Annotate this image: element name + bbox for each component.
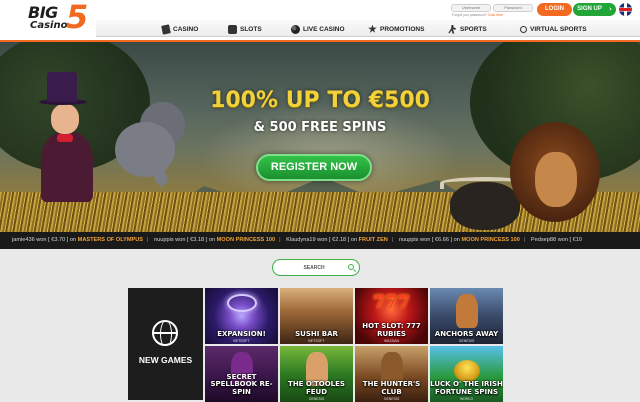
pirate-figure [456, 294, 478, 328]
nav-label: SPORTS [460, 25, 487, 33]
game-tile[interactable]: 777 HOT SLOT: 777 RUBIES WAZDAN [355, 288, 428, 344]
promo-subheadline: & 500 FREE SPINS [253, 120, 387, 135]
logo-number: 5 [66, 0, 89, 36]
globe-icon [152, 320, 178, 346]
game-title: SECRET SPELLBOOK RE-SPIN [210, 372, 273, 396]
main-nav: CASINO SLOTS LIVE CASINO PROMOTIONS SPOR… [96, 20, 640, 37]
promo-headline: 100% UP TO €500 [210, 88, 430, 113]
ticker-item: Klaudyna19 won [ €2.18 ] on FRUIT ZEN [286, 237, 388, 243]
search-icon [520, 25, 527, 33]
game-provider: BETSOFT [308, 339, 325, 343]
nav-item-live-casino[interactable]: LIVE CASINO [291, 23, 345, 35]
game-provider: WAZDAN [383, 339, 400, 343]
game-tile[interactable]: ANCHORS AWAY GENESIS [430, 288, 503, 344]
game-provider: BETSOFT [233, 339, 250, 343]
nav-item-casino[interactable]: CASINO [161, 23, 199, 35]
chevron-right-icon[interactable]: › [605, 3, 616, 16]
game-title: THE O'TOOLES FEUD [288, 380, 345, 396]
game-tile[interactable]: LUCK O' THE IRISH FORTUNE SPINS WORLD [430, 346, 503, 402]
game-tile[interactable]: THE HUNTER'S CLUB GENESIS [355, 346, 428, 402]
ticker-item: nuuppis won [ €6.66 ] on MOON PRINCESS 1… [398, 237, 520, 243]
game-title: THE HUNTER'S CLUB [362, 380, 421, 396]
game-search[interactable] [272, 259, 360, 276]
portal-ring [227, 294, 257, 312]
lion-character [510, 122, 610, 232]
runner-icon [448, 24, 457, 34]
game-title: SUSHI BAR [295, 329, 338, 338]
nav-label: SLOTS [240, 25, 262, 33]
nav-label: CASINO [173, 25, 199, 33]
game-tile[interactable]: EXPANSION! BETSOFT [205, 288, 278, 344]
game-title: ANCHORS AWAY [434, 329, 499, 338]
site-logo[interactable]: BIG Casino 5 [28, 0, 89, 37]
winners-ticker: jamie436 won [ €3.70 ] on MASTERS OF OLY… [0, 232, 640, 249]
game-provider: GENESIS [383, 397, 400, 401]
ticker-item: nuuppis won [ €3.18 ] on MOON PRINCESS 1… [154, 237, 276, 243]
hero-banner[interactable]: 100% UP TO €500 & 500 FREE SPINS REGISTE… [0, 42, 640, 232]
nav-label: LIVE CASINO [303, 25, 345, 33]
nav-item-sports[interactable]: SPORTS [448, 23, 487, 35]
nav-item-virtual-sports[interactable]: VIRTUAL SPORTS [520, 23, 587, 35]
nav-item-promotions[interactable]: PROMOTIONS [368, 23, 424, 35]
register-button[interactable]: REGISTER NOW [256, 154, 372, 181]
game-provider: WORLD [459, 397, 474, 401]
nav-label: VIRTUAL SPORTS [530, 25, 587, 33]
cards-icon [161, 23, 171, 35]
game-title: HOT SLOT: 777 RUBIES [362, 322, 421, 338]
game-title: LUCK O' THE IRISH FORTUNE SPINS [430, 380, 503, 396]
top-bar: BIG Casino 5 Username Password Forgot yo… [0, 0, 640, 40]
new-games-category[interactable]: NEW GAMES [128, 288, 203, 400]
star-icon [368, 24, 377, 33]
game-provider: GENESIS [458, 339, 475, 343]
search-input[interactable] [281, 262, 347, 273]
slot-machine-icon [228, 24, 237, 34]
nav-label: PROMOTIONS [380, 25, 425, 33]
username-field[interactable]: Username [451, 4, 491, 12]
chip-icon [291, 24, 300, 34]
elephant-character [105, 102, 195, 202]
forgot-text: Forgot you password? [452, 13, 488, 17]
ticker-item: Pedsep88 won [ €10 [530, 237, 582, 243]
password-field[interactable]: Password [493, 4, 533, 12]
login-button[interactable]: LOGIN [537, 3, 572, 16]
forgot-password: Forgot you password? Click here [452, 13, 503, 17]
ticker-item: jamie436 won [ €3.70 ] on MASTERS OF OLY… [12, 237, 144, 243]
forgot-link[interactable]: Click here [488, 13, 504, 17]
search-icon[interactable] [348, 264, 354, 270]
game-tile[interactable]: THE O'TOOLES FEUD GENESIS [280, 346, 353, 402]
game-tile[interactable]: SUSHI BAR BETSOFT [280, 288, 353, 344]
uk-flag-icon[interactable] [619, 3, 632, 16]
game-tile[interactable]: SECRET SPELLBOOK RE-SPIN [205, 346, 278, 402]
category-label: NEW GAMES [138, 355, 193, 365]
game-provider: GENESIS [308, 397, 325, 401]
logo-casino-text: Casino [30, 20, 68, 31]
game-title: EXPANSION! [217, 329, 266, 338]
gold-pot-icon [454, 360, 480, 382]
signup-button[interactable]: SIGN UP [573, 3, 606, 16]
nav-item-slots[interactable]: SLOTS [228, 23, 262, 35]
sevens-symbol: 777 [372, 292, 411, 313]
